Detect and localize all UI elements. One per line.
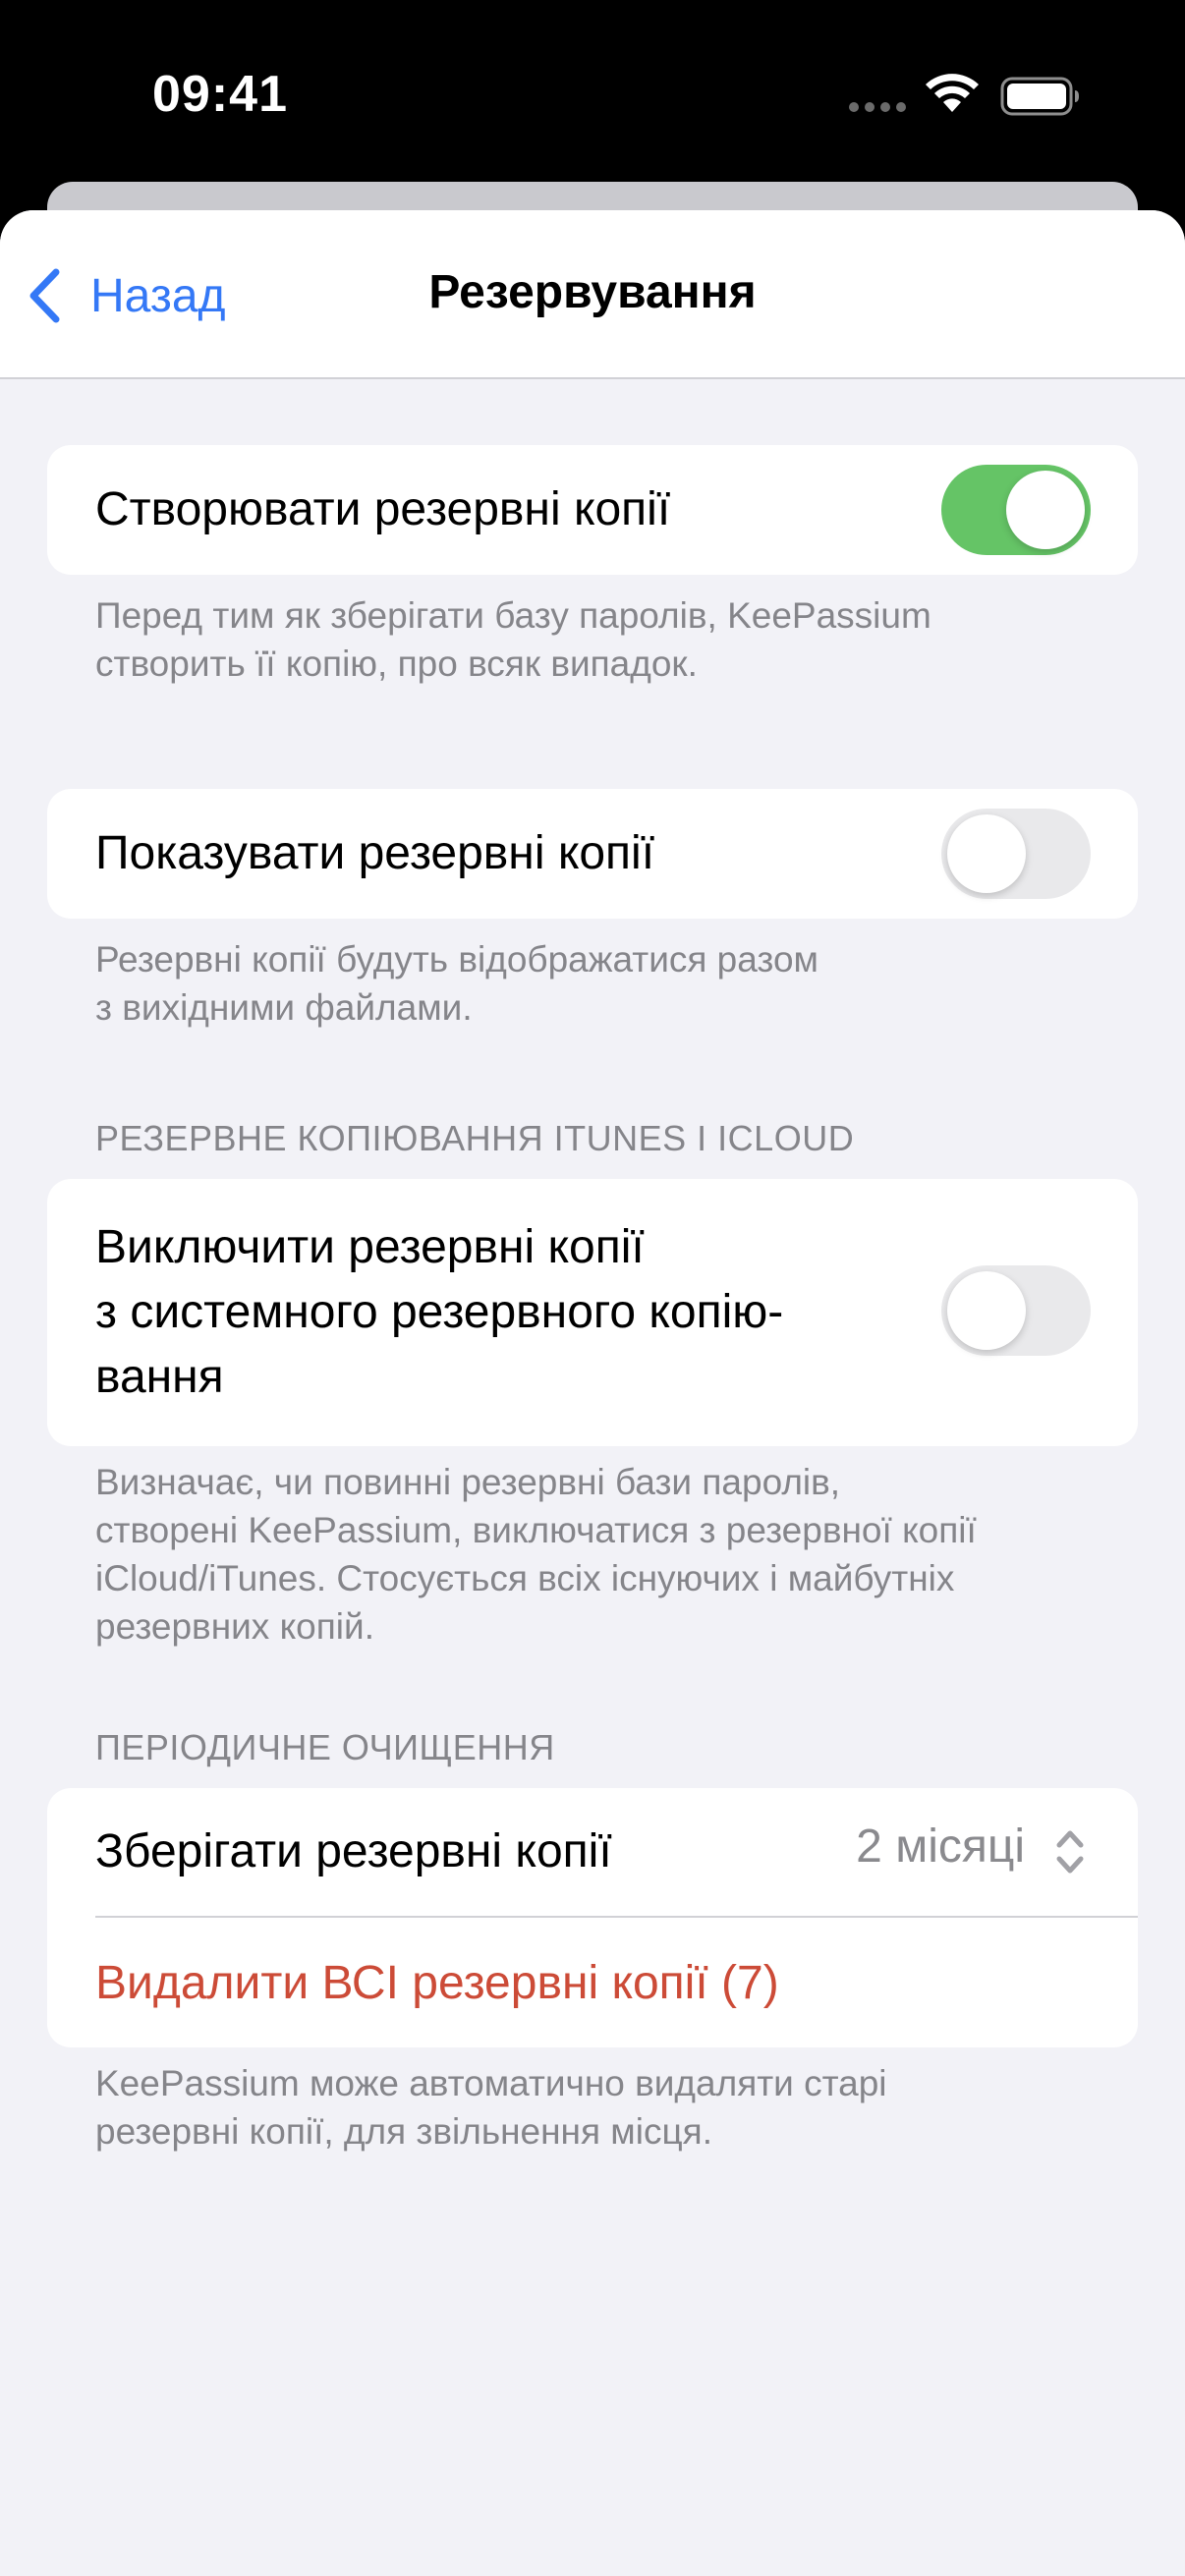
show-backups-card: Показувати резервні копії — [47, 789, 1138, 919]
show-backups-label: Показувати резервні копії — [95, 827, 655, 879]
exclude-backups-footer: Визначає, чи повинні резервні бази парол… — [95, 1458, 1107, 1651]
delete-all-backups-button[interactable]: Видалити ВСІ резервні копії (7) — [95, 1956, 779, 2010]
create-backups-card: Створювати резервні копії — [47, 445, 1138, 575]
toggle-knob — [1006, 471, 1085, 549]
exclude-backups-label: Виключити резервні копії з системного ре… — [95, 1215, 783, 1410]
footer-line: резервних копій. — [95, 1606, 374, 1647]
create-backups-footer: Перед тим як зберігати базу паролів, Kee… — [95, 591, 1107, 688]
show-backups-toggle[interactable] — [941, 809, 1091, 899]
label-line: вання — [95, 1351, 224, 1403]
label-line: з системного резервного копію- — [95, 1286, 784, 1338]
keep-backups-label: Зберігати резервні копії — [95, 1825, 612, 1877]
keep-backups-value: 2 місяці — [856, 1820, 1025, 1873]
toggle-knob — [947, 1271, 1026, 1350]
footer-line: резервні копії, для звільнення місця. — [95, 2111, 712, 2152]
wifi-icon — [926, 74, 979, 112]
exclude-backups-card: Виключити резервні копії з системного ре… — [47, 1179, 1138, 1446]
footer-line: KeePassium може автоматично видаляти ста… — [95, 2063, 887, 2103]
status-bar: 09:41 — [0, 0, 1185, 187]
cleanup-footer: KeePassium може автоматично видаляти ста… — [95, 2059, 1107, 2156]
create-backups-row: Створювати резервні копії — [47, 445, 1138, 575]
exclude-backups-row: Виключити резервні копії з системного ре… — [47, 1179, 1138, 1446]
footer-line: iCloud/iTunes. Стосується всіх існуючих … — [95, 1558, 955, 1598]
create-backups-label: Створювати резервні копії — [95, 483, 671, 535]
label-line: Виключити резервні копії — [95, 1221, 645, 1273]
footer-line: з вихідними файлами. — [95, 987, 473, 1028]
cleanup-card: Зберігати резервні копії 2 місяці Видали… — [47, 1788, 1138, 2047]
keep-backups-row[interactable]: Зберігати резервні копії 2 місяці — [47, 1788, 1138, 1916]
footer-line: створить її копію, про всяк випадок. — [95, 644, 698, 684]
footer-line: Визначає, чи повинні резервні бази парол… — [95, 1462, 841, 1502]
footer-line: створені KeePassium, виключатися з резер… — [95, 1510, 977, 1550]
cleanup-header: ПЕРІОДИЧНЕ ОЧИЩЕННЯ — [95, 1727, 555, 1767]
footer-line: Перед тим як зберігати базу паролів, Kee… — [95, 595, 931, 636]
signal-dots-icon — [849, 102, 906, 112]
toggle-knob — [947, 814, 1026, 893]
status-time: 09:41 — [152, 66, 288, 123]
page-title: Резервування — [428, 266, 757, 318]
chevron-up-down-icon — [1056, 1830, 1084, 1874]
battery-icon — [1000, 77, 1079, 116]
navigation-bar: Назад Резервування — [0, 210, 1185, 379]
delete-all-backups-row[interactable]: Видалити ВСІ резервні копії (7) — [47, 1918, 1138, 2047]
exclude-backups-toggle[interactable] — [941, 1265, 1091, 1356]
settings-sheet: Назад Резервування Створювати резервні к… — [0, 210, 1185, 2576]
itunes-icloud-header: РЕЗЕРВНЕ КОПІЮВАННЯ ITUNES І ICLOUD — [95, 1118, 855, 1158]
show-backups-footer: Резервні копії будуть відображатися разо… — [95, 935, 1107, 1032]
footer-line: Резервні копії будуть відображатися разо… — [95, 939, 818, 980]
show-backups-row: Показувати резервні копії — [47, 789, 1138, 919]
create-backups-toggle[interactable] — [941, 465, 1091, 555]
